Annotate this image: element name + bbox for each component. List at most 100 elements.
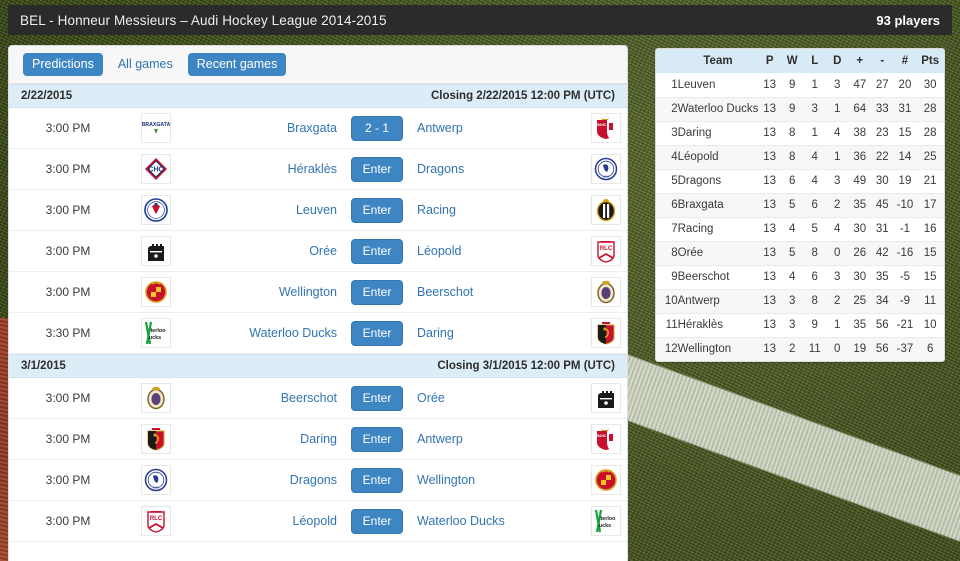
tab-recent-games[interactable]: Recent games — [187, 52, 287, 77]
svg-text:ucks: ucks — [599, 523, 611, 529]
away-team-crest — [585, 383, 627, 413]
home-team-name[interactable]: Braxgata — [177, 121, 351, 135]
standings-cell-gd: -1 — [893, 216, 917, 241]
standings-cell-rank: 11 — [656, 312, 678, 337]
away-team-name[interactable]: Antwerp — [403, 432, 577, 446]
enter-prediction-button[interactable]: Enter — [351, 426, 403, 452]
game-time: 3:00 PM — [45, 244, 91, 258]
standings-cell-ga: 34 — [871, 288, 894, 313]
game-time: 3:00 PM — [45, 391, 91, 405]
enter-prediction-button[interactable]: Enter — [351, 508, 403, 534]
enter-prediction-button[interactable]: Enter — [351, 156, 403, 182]
standings-team-name[interactable]: Racing — [677, 216, 759, 241]
game-row: 3:00 PM Leuven Enter Racing — [9, 190, 627, 231]
away-team-name[interactable]: Dragons — [403, 162, 577, 176]
standings-cell-l: 8 — [803, 240, 827, 265]
enter-prediction-button[interactable]: Enter — [351, 197, 403, 223]
standings-cell-w: 5 — [780, 240, 804, 265]
standings-team-name[interactable]: Waterloo Ducks — [677, 96, 759, 121]
standings-cell-rank: 9 — [656, 264, 678, 289]
away-team-name[interactable]: Racing — [403, 203, 577, 217]
racing-crest-icon — [591, 195, 621, 225]
home-team-crest — [135, 277, 177, 307]
standings-cell-p: 13 — [758, 240, 781, 265]
standings-team-name[interactable]: Léopold — [677, 144, 759, 169]
tab-all-games[interactable]: All games — [109, 53, 182, 77]
standings-cell-gd: -9 — [893, 288, 917, 313]
standings-col-team: Team — [677, 49, 759, 73]
away-team-crest: 1906 — [585, 154, 627, 184]
home-team-name[interactable]: Léopold — [177, 514, 351, 528]
game-row: 3:00 PM Beerschot Enter Orée — [9, 378, 627, 419]
svg-text:RLC: RLC — [150, 516, 163, 522]
standings-col-pts: Pts — [916, 49, 944, 73]
standings-cell-l: 6 — [803, 192, 827, 217]
game-time: 3:00 PM — [45, 285, 91, 299]
home-team-name[interactable]: Waterloo Ducks — [177, 326, 351, 340]
standings-team-name[interactable]: Orée — [677, 240, 759, 265]
standings-team-name[interactable]: Braxgata — [677, 192, 759, 217]
braxgata-crest-icon: BRAXGATA — [141, 113, 171, 143]
standings-cell-l: 1 — [803, 120, 827, 145]
standings-cell-d: 0 — [826, 336, 849, 361]
tab-predictions[interactable]: Predictions — [23, 52, 103, 77]
game-row: 3:00 PM BRAXGATA Braxgata 2 - 1 Antwerp RAHC — [9, 108, 627, 149]
away-team-name[interactable]: Wellington — [403, 473, 577, 487]
standings-cell-pts: 16 — [916, 216, 944, 241]
standings-row: 11 Héraklès 13 3 9 1 35 56 -21 10 — [656, 312, 944, 337]
enter-prediction-button[interactable]: Enter — [351, 238, 403, 264]
game-score-button[interactable]: 2 - 1 — [351, 115, 403, 141]
standings-cell-d: 3 — [826, 168, 849, 193]
standings-team-name[interactable]: Leuven — [678, 73, 759, 97]
standings-cell-w: 8 — [780, 120, 804, 145]
standings-col-sym8: # — [893, 49, 917, 73]
enter-prediction-button[interactable]: Enter — [351, 320, 403, 346]
standings-cell-pts: 15 — [916, 240, 944, 265]
home-team-name[interactable]: Beerschot — [177, 391, 351, 405]
standings-cell-pts: 30 — [923, 78, 937, 91]
standings-cell-p: 13 — [758, 96, 781, 121]
standings-team-name[interactable]: Héraklès — [677, 312, 759, 337]
standings-cell-ga: 30 — [871, 168, 894, 193]
standings-col-sym6: + — [848, 49, 871, 73]
standings-team-name[interactable]: Daring — [677, 120, 759, 145]
away-team-name[interactable]: Antwerp — [403, 121, 577, 135]
standings-team-name[interactable]: Dragons — [677, 168, 759, 193]
away-team-name[interactable]: Orée — [403, 391, 577, 405]
home-team-name[interactable]: Leuven — [177, 203, 351, 217]
beerschot-crest-icon — [141, 383, 171, 413]
away-team-name[interactable]: Beerschot — [403, 285, 577, 299]
standings-cell-l: 5 — [803, 216, 827, 241]
home-team-name[interactable]: Orée — [177, 244, 351, 258]
player-count: 93 players — [876, 12, 940, 28]
standings-cell-d: 3 — [834, 78, 841, 91]
away-team-crest — [585, 318, 627, 348]
standings-cell-pts: 25 — [916, 144, 944, 169]
standings-team-name[interactable]: Antwerp — [677, 288, 759, 313]
standings-cell-rank: 2 — [656, 96, 678, 121]
game-row: 3:00 PM CHC Héraklès Enter Dragons 1906 — [9, 149, 627, 190]
standings-cell-rank: 10 — [656, 288, 678, 313]
standings-cell-gf: 47 — [853, 78, 867, 91]
standings-cell-gf: 26 — [848, 240, 871, 265]
standings-cell-ga: 56 — [871, 312, 894, 337]
enter-prediction-button[interactable]: Enter — [351, 385, 403, 411]
enter-prediction-button[interactable]: Enter — [351, 467, 403, 493]
standings-team-name[interactable]: Beerschot — [677, 264, 759, 289]
standings-cell-rank: 3 — [656, 120, 678, 145]
standings-cell-rank: 8 — [656, 240, 678, 265]
home-team-name[interactable]: Daring — [177, 432, 351, 446]
game-time: 3:00 PM — [45, 121, 91, 135]
away-team-name[interactable]: Waterloo Ducks — [403, 514, 577, 528]
enter-prediction-button[interactable]: Enter — [351, 279, 403, 305]
standings-cell-p: 13 — [758, 312, 781, 337]
home-team-name[interactable]: Dragons — [177, 473, 351, 487]
home-team-crest — [135, 424, 177, 454]
away-team-name[interactable]: Léopold — [403, 244, 577, 258]
home-team-name[interactable]: Wellington — [177, 285, 351, 299]
standings-cell-d: 4 — [826, 120, 849, 145]
standings-row: 5 Dragons 13 6 4 3 49 30 19 21 — [656, 168, 944, 193]
away-team-name[interactable]: Daring — [403, 326, 577, 340]
standings-team-name[interactable]: Wellington — [677, 336, 759, 361]
home-team-name[interactable]: Héraklès — [177, 162, 351, 176]
